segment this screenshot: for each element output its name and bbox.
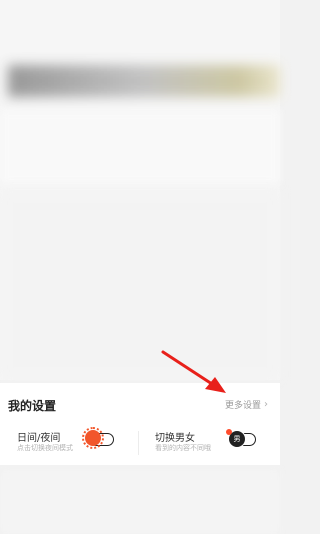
annotation-arrow-icon	[161, 350, 226, 393]
